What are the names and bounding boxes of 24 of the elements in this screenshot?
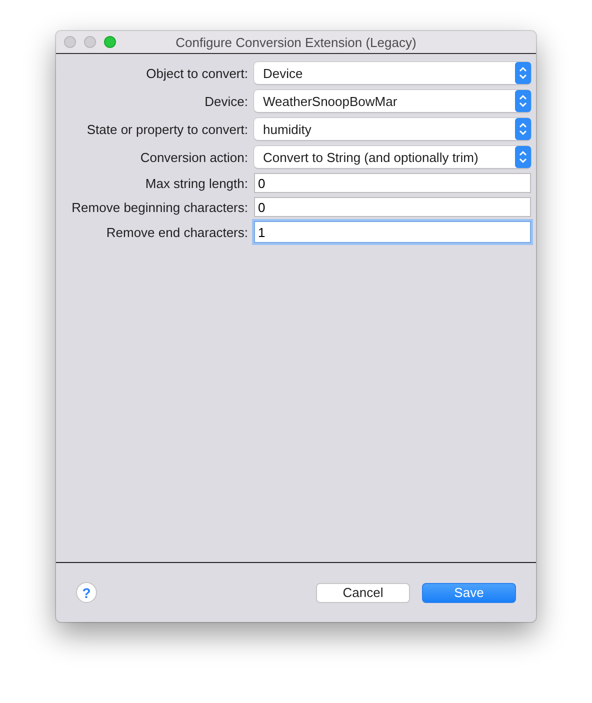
popup-menu[interactable]: WeatherSnoopBowMar: [254, 90, 531, 112]
chevron-icon: [515, 146, 531, 168]
input-field[interactable]: 0: [254, 197, 531, 217]
chevron-icon: [515, 62, 531, 84]
close-button[interactable]: [64, 36, 76, 48]
zoom-button[interactable]: [104, 36, 116, 48]
field-label: Max string length:: [144, 176, 248, 190]
help-button[interactable]: ?: [76, 582, 97, 603]
field-label: Conversion action:: [139, 150, 248, 164]
field-label: Object to convert:: [145, 66, 248, 80]
chevron-icon: [515, 118, 531, 140]
chevron-icon: [515, 90, 531, 112]
popup-menu[interactable]: Device: [254, 62, 531, 84]
cancel-button[interactable]: Cancel: [316, 582, 410, 602]
window-title: Configure Conversion Extension (Legacy): [176, 34, 416, 50]
input-field[interactable]: 0: [254, 173, 531, 193]
field-label: Remove beginning characters:: [70, 200, 248, 214]
popup-menu[interactable]: humidity: [254, 118, 531, 140]
field-label: Device:: [204, 94, 248, 108]
minimize-button[interactable]: [84, 36, 96, 48]
field-label: Remove end characters:: [105, 224, 248, 240]
field-label: State or property to convert:: [86, 122, 248, 136]
popup-menu[interactable]: Convert to String (and optionally trim): [254, 146, 531, 168]
input-field[interactable]: 1: [254, 221, 531, 243]
